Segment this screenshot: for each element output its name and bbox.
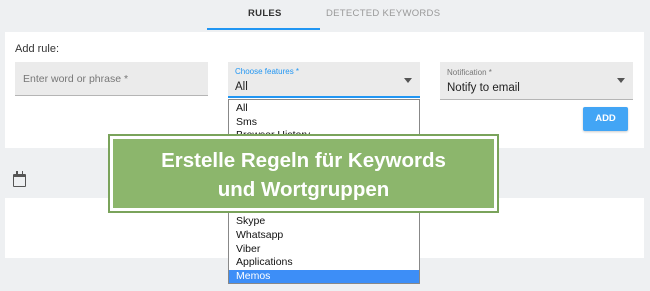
notification-label: Notification * [447,68,492,77]
dropdown-item-whatsapp[interactable]: Whatsapp [229,229,419,242]
dropdown-item-applications[interactable]: Applications [229,256,419,269]
features-label: Choose features * [235,67,300,76]
notification-value: Notify to email [447,82,520,94]
banner-line-2: und Wortgruppen [217,178,390,201]
tab-detected-keywords[interactable]: DETECTED KEYWORDS [326,8,440,19]
promo-banner: Erstelle Regeln für Keywords und Wortgru… [108,134,499,213]
add-rule-label: Add rule: [15,43,60,55]
dropdown-item-skype[interactable]: Skype [229,215,419,228]
add-button[interactable]: ADD [583,107,628,131]
chevron-down-icon[interactable] [617,78,625,83]
dropdown-item-all[interactable]: All [229,102,419,115]
word-phrase-placeholder: Enter word or phrase * [23,73,129,85]
calendar-icon[interactable] [13,171,26,187]
features-value: All [235,81,248,93]
tab-bar: RULES DETECTED KEYWORDS [0,0,650,30]
dropdown-item-memos[interactable]: Memos [229,270,419,283]
dropdown-item-viber[interactable]: Viber [229,243,419,256]
features-select[interactable]: Choose features * All [228,62,420,98]
banner-line-1: Erstelle Regeln für Keywords [161,149,446,172]
notification-select[interactable]: Notification * Notify to email [440,62,633,100]
active-tab-indicator [207,28,320,30]
word-phrase-input[interactable]: Enter word or phrase * [15,62,208,96]
chevron-down-icon[interactable] [404,78,412,83]
tab-rules[interactable]: RULES [248,8,282,19]
dropdown-item-sms[interactable]: Sms [229,116,419,129]
